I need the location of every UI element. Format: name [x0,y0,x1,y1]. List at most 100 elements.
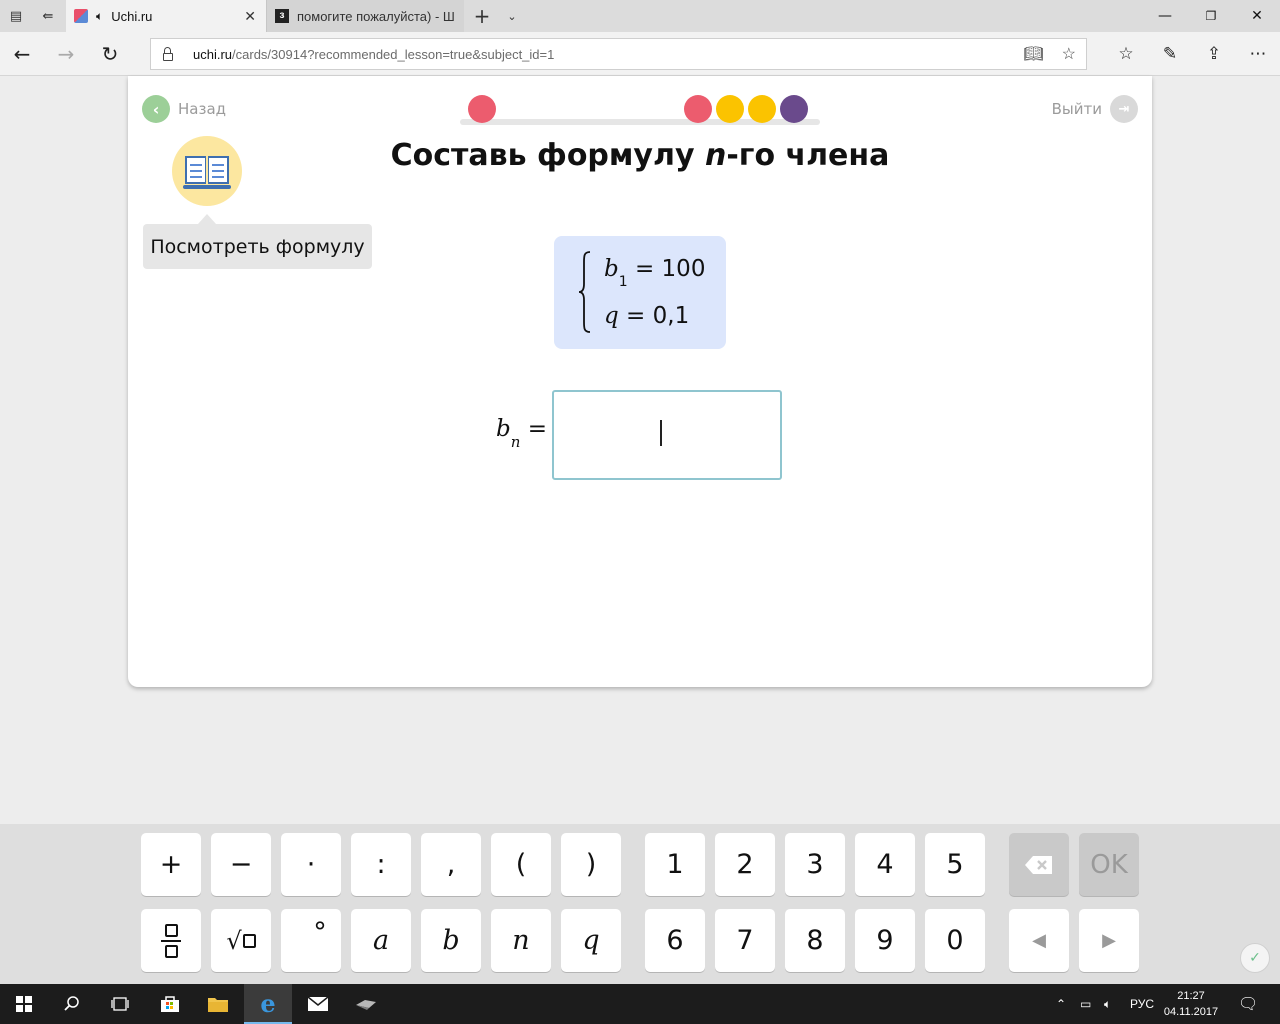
cursor-right-button[interactable]: ▶ [1079,909,1139,972]
notification-icon[interactable]: 🗨︎ [1238,984,1258,1024]
key-open-paren[interactable]: ( [491,833,551,896]
minimize-button[interactable]: — [1142,0,1188,32]
math-keypad: + − · : , ( ) 1 2 3 4 5 OK √ ° a b n q 6… [0,824,1280,984]
view-formula-tooltip[interactable]: Посмотреть формулу [143,224,372,269]
share-icon[interactable]: ⇪ [1198,38,1230,70]
answer-label: bn = [496,416,547,451]
url-host: uchi.ru [193,46,233,62]
set-aside-tabs-icon[interactable]: ⇚ [32,0,64,32]
key-plus[interactable]: + [141,833,201,896]
tray-chevron-up-icon[interactable]: ⌃ [1056,984,1066,1024]
ok-button[interactable]: OK [1079,833,1139,896]
key-minus[interactable]: − [211,833,271,896]
key-5[interactable]: 5 [925,833,985,896]
chevron-left-icon: ‹ [142,95,170,123]
mail-icon[interactable] [294,984,342,1024]
key-4[interactable]: 4 [855,833,915,896]
windows-taskbar: e ⌃ ▭ 🔈︎ РУС 21:27 04.11.2017 🗨︎ [0,984,1280,1024]
forward-arrow-icon[interactable]: → [50,38,82,70]
url-field[interactable]: uchi.ru /cards/30914?recommended_lesson=… [150,38,1087,70]
task-view-icon[interactable] [96,984,144,1024]
speaker-icon[interactable]: 🔈︎ [96,9,103,24]
key-var-n[interactable]: n [491,909,551,972]
progress-dot [716,95,744,123]
key-8[interactable]: 8 [785,909,845,972]
cursor-left-button[interactable]: ◀ [1009,909,1069,972]
progress-dot [468,95,496,123]
text-caret [660,420,662,446]
key-0[interactable]: 0 [925,909,985,972]
key-close-paren[interactable]: ) [561,833,621,896]
brace-icon [578,251,591,333]
file-explorer-icon[interactable] [194,984,242,1024]
more-icon[interactable]: ⋯ [1242,38,1274,70]
restore-button[interactable]: ❐ [1188,0,1234,32]
close-icon[interactable]: ✕ [244,8,256,25]
back-arrow-icon[interactable]: ← [6,38,38,70]
key-var-a[interactable]: a [351,909,411,972]
language-indicator[interactable]: РУС [1130,984,1154,1024]
clock[interactable]: 21:27 04.11.2017 [1160,988,1222,1020]
tab-title: Uchi.ru [111,8,153,24]
app-icon[interactable] [342,984,390,1024]
chevron-down-icon[interactable]: ⌄ [496,0,528,32]
key-6[interactable]: 6 [645,909,705,972]
network-icon[interactable]: ▭ [1080,984,1091,1024]
key-2[interactable]: 2 [715,833,775,896]
url-path: /cards/30914?recommended_lesson=true&sub… [232,46,555,62]
new-tab-icon[interactable]: + [466,0,498,32]
back-label: Назад [178,100,227,118]
edge-browser-icon[interactable]: e [244,984,292,1024]
favorites-hub-icon[interactable]: ☆ [1110,38,1142,70]
exit-icon: ⇥ [1110,95,1138,123]
tab-znanija[interactable]: з помогите пожалуйста) - Ш [266,0,464,32]
answer-input[interactable] [552,390,782,480]
key-multiply[interactable]: · [281,833,341,896]
page-title: Составь формулу n-го члена [390,138,890,173]
sqrt-icon: √ [226,927,256,955]
lock-icon [163,47,173,61]
address-bar: ← → ↻ uchi.ru /cards/30914?recommended_l… [0,32,1280,76]
key-sqrt[interactable]: √ [211,909,271,972]
search-icon[interactable] [48,984,96,1024]
window-close-button[interactable]: ✕ [1234,0,1280,32]
given-conditions-box: b1 = 100 q = 0,1 [554,236,726,349]
tab-manager-icon[interactable]: ▤ [0,0,32,32]
windows-start-icon[interactable] [0,984,48,1024]
refresh-icon[interactable]: ↻ [94,38,126,70]
given-q: q = 0,1 [604,303,690,329]
exit-label: Выйти [1051,100,1102,118]
backspace-button[interactable] [1009,833,1069,896]
key-7[interactable]: 7 [715,909,775,972]
tooltip-arrow [198,214,216,224]
clock-time: 21:27 [1177,990,1205,1002]
exit-button[interactable]: Выйти ⇥ [1052,95,1138,123]
key-9[interactable]: 9 [855,909,915,972]
key-comma[interactable]: , [421,833,481,896]
volume-icon[interactable]: 🔈︎ [1104,984,1111,1024]
tab-bar: ▤ ⇚ 🔈︎ Uchi.ru ✕ з помогите пожалуйста) … [0,0,1280,32]
key-fraction[interactable] [141,909,201,972]
web-note-icon[interactable]: ✎ [1154,38,1186,70]
store-icon[interactable] [146,984,194,1024]
back-button[interactable]: ‹ Назад [142,95,226,123]
znanija-favicon-icon: з [275,9,289,23]
reading-view-icon[interactable]: 📖︎ [1023,44,1043,64]
key-3[interactable]: 3 [785,833,845,896]
shield-icon[interactable]: ✓ [1240,943,1270,973]
key-var-q[interactable]: q [561,909,621,972]
uchi-favicon-icon [74,9,88,23]
progress-dot [780,95,808,123]
clock-date: 04.11.2017 [1163,1006,1219,1018]
favorite-star-icon[interactable]: ☆ [1062,44,1076,64]
tab-uchi[interactable]: 🔈︎ Uchi.ru ✕ [66,0,266,32]
key-degree[interactable]: ° [281,909,341,972]
backspace-icon [1025,855,1052,874]
key-divide[interactable]: : [351,833,411,896]
fraction-icon [161,923,181,958]
progress-dot [748,95,776,123]
progress-dot [684,95,712,123]
tab-title: помогите пожалуйста) - Ш [297,8,455,24]
key-var-b[interactable]: b [421,909,481,972]
key-1[interactable]: 1 [645,833,705,896]
